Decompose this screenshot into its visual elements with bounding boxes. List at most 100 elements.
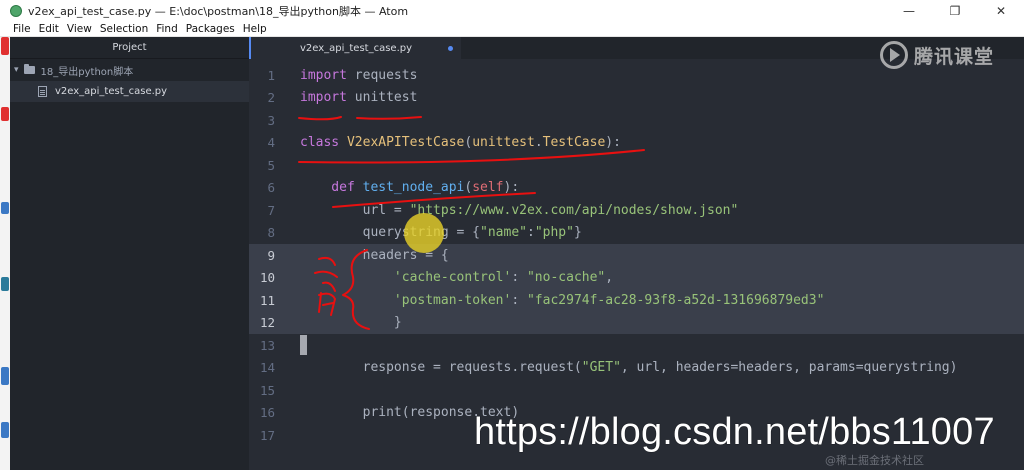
tab-label: v2ex_api_test_case.py <box>299 42 413 54</box>
code-line[interactable]: 6 def test_node_api(self): <box>249 177 1024 200</box>
line-number: 9 <box>267 247 275 263</box>
code-token: . <box>534 135 543 151</box>
code-line[interactable]: 11 'postman-token': "fac2974f-ac28-93f8-… <box>249 289 1024 312</box>
code-token: , url, headers=headers, params=querystri… <box>620 360 958 376</box>
code-line[interactable]: 13 <box>249 334 1024 357</box>
code-line[interactable]: 14 response = requests.request("GET", ur… <box>249 357 1024 380</box>
file-text-icon <box>38 86 47 97</box>
line-number: 15 <box>259 382 275 398</box>
menu-edit[interactable]: Edit <box>39 22 59 36</box>
code-token: unittest <box>472 135 535 151</box>
code-text: def test_node_api(self): <box>287 180 519 195</box>
code-text: import requests <box>287 68 417 83</box>
tab-v2ex-api-test-case[interactable]: v2ex_api_test_case.py <box>249 37 461 59</box>
code-token: } <box>300 315 402 331</box>
code-token: , <box>605 270 614 286</box>
minimize-button[interactable]: — <box>886 0 932 22</box>
tree-header: Project <box>10 37 249 59</box>
code-line[interactable]: 5 <box>249 154 1024 177</box>
code-token: test_node_api <box>362 180 465 196</box>
code-text: response = requests.request("GET", url, … <box>287 360 958 376</box>
csdn-blog-watermark: https://blog.csdn.net/bbs11007 <box>474 411 995 453</box>
tree-folder-label: 18_导出python脚本 <box>40 66 134 78</box>
code-line[interactable]: 12 } <box>249 311 1024 334</box>
juejin-watermark: @稀土掘金技术社区 <box>825 454 924 467</box>
code-token: } <box>573 225 582 241</box>
line-number: 13 <box>259 337 275 353</box>
line-number: 12 <box>259 315 275 331</box>
menu-view[interactable]: View <box>67 22 92 36</box>
code-token: 'postman-token' <box>393 292 512 308</box>
atom-app-icon <box>10 5 22 17</box>
code-text: class V2exAPITestCase(unittest.TestCase)… <box>287 135 621 150</box>
maximize-button[interactable]: ❐ <box>932 0 978 22</box>
code-text: 'postman-token': "fac2974f-ac28-93f8-a52… <box>287 293 824 308</box>
code-token: print <box>300 405 402 421</box>
menu-help[interactable]: Help <box>243 22 267 36</box>
code-token: "php" <box>534 225 574 241</box>
code-token: 'cache-control' <box>393 270 512 286</box>
code-line[interactable]: 4 class V2exAPITestCase(unittest.TestCase… <box>249 132 1024 155</box>
editor-pane: v2ex_api_test_case.py 腾讯课堂 1 import reque… <box>249 37 1024 470</box>
code-token: : <box>511 292 527 308</box>
menu-find[interactable]: Find <box>156 22 178 36</box>
code-token: "fac2974f-ac28-93f8-a52d-131696879ed3" <box>526 292 825 308</box>
code-line[interactable]: 10 'cache-control': "no-cache", <box>249 266 1024 289</box>
modified-dot-icon[interactable] <box>448 46 453 51</box>
code-token: TestCase <box>542 135 606 151</box>
title-bar: v2ex_api_test_case.py — E:\doc\postman\1… <box>0 0 1024 22</box>
code-text: } <box>287 315 402 330</box>
code-area[interactable]: 1 import requests 2 import unittest 3 4 class … <box>249 64 1024 447</box>
desktop-icon-teal <box>1 277 9 291</box>
code-token: response = requests.request( <box>300 360 582 376</box>
code-line[interactable]: 9 headers = { <box>249 244 1024 267</box>
code-line[interactable]: 15 <box>249 379 1024 402</box>
code-token: url = <box>300 202 410 218</box>
code-token: unittest <box>346 90 418 106</box>
desktop-icon-blue-2 <box>1 367 9 385</box>
code-line[interactable]: 1 import requests <box>249 64 1024 87</box>
menu-packages[interactable]: Packages <box>186 22 235 36</box>
code-line[interactable]: 7 url = "https://www.v2ex.com/api/nodes/… <box>249 199 1024 222</box>
code-token: : <box>526 225 535 241</box>
chevron-down-icon[interactable]: ▾ <box>14 65 19 75</box>
code-token: def <box>300 180 363 196</box>
code-token: self <box>472 180 504 196</box>
desktop-edge-strip <box>0 37 10 470</box>
line-number: 8 <box>267 225 275 241</box>
close-button[interactable]: ✕ <box>978 0 1024 22</box>
code-token: "https://www.v2ex.com/api/nodes/show.jso… <box>409 202 739 218</box>
code-text: import unittest <box>287 90 417 105</box>
code-token: import <box>300 67 347 83</box>
code-text: 'cache-control': "no-cache", <box>287 270 613 285</box>
code-token: querystring = { <box>300 225 481 241</box>
tree-file-label: v2ex_api_test_case.py <box>55 86 168 97</box>
menu-file[interactable]: File <box>13 22 31 36</box>
menu-selection[interactable]: Selection <box>100 22 148 36</box>
code-line[interactable]: 8 querystring = {"name":"php"} <box>249 222 1024 245</box>
line-number: 16 <box>259 405 275 421</box>
code-token: import <box>300 90 347 106</box>
code-line[interactable]: 3 <box>249 109 1024 132</box>
code-token: requests <box>346 67 418 83</box>
code-line[interactable]: 2 import unittest <box>249 87 1024 110</box>
desktop-icon-red <box>1 37 9 55</box>
text-cursor <box>300 335 307 355</box>
line-number: 5 <box>267 157 275 173</box>
line-number: 4 <box>267 135 275 151</box>
code-token: class <box>300 135 347 151</box>
mouse-cursor-highlight <box>404 213 444 253</box>
code-text: url = "https://www.v2ex.com/api/nodes/sh… <box>287 202 739 218</box>
tree-folder[interactable]: ▾ 18_导出python脚本 <box>10 59 249 81</box>
project-tree-panel: Project ▾ 18_导出python脚本 v2ex_api_test_ca… <box>10 37 249 470</box>
code-token: "GET" <box>581 360 621 376</box>
tree-file-item[interactable]: v2ex_api_test_case.py <box>10 81 249 102</box>
line-number: 11 <box>259 292 275 308</box>
code-token: : <box>511 270 527 286</box>
line-number: 14 <box>259 360 275 376</box>
line-number: 2 <box>267 90 275 106</box>
menu-bar: File Edit View Selection Find Packages H… <box>0 22 1024 37</box>
line-number: 10 <box>259 270 275 286</box>
code-token: V2exAPITestCase <box>346 135 465 151</box>
